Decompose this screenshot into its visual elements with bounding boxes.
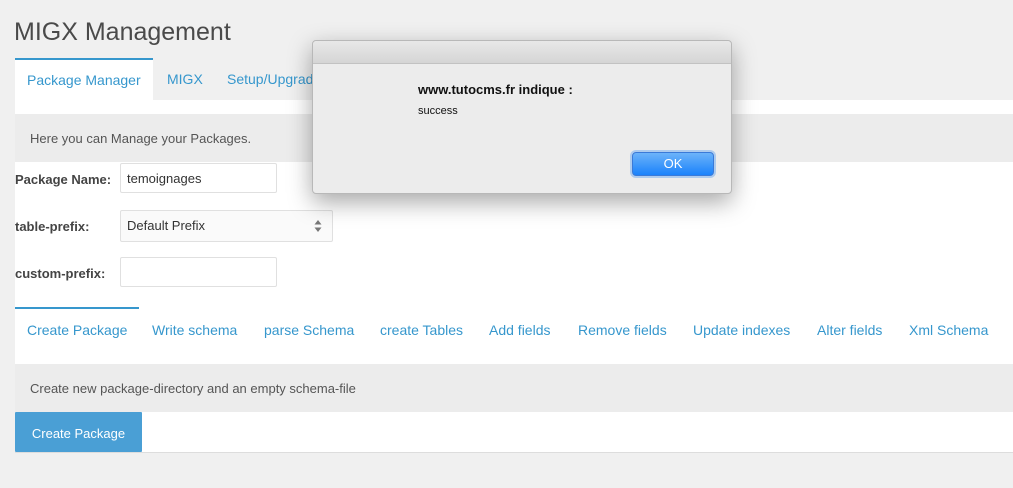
tab-package-manager[interactable]: Package Manager xyxy=(15,58,153,100)
sub-info-text: Create new package-directory and an empt… xyxy=(30,381,356,396)
package-name-input[interactable] xyxy=(120,163,277,193)
tab-parse-schema[interactable]: parse Schema xyxy=(264,307,354,351)
tab-migx[interactable]: MIGX xyxy=(155,58,215,100)
dialog-title: www.tutocms.fr indique : xyxy=(418,82,573,97)
ok-button[interactable]: OK xyxy=(632,152,714,176)
dialog-titlebar[interactable] xyxy=(313,41,731,64)
updown-arrows-icon xyxy=(314,220,322,232)
tab-write-schema[interactable]: Write schema xyxy=(152,307,237,351)
tab-setup-upgrade[interactable]: Setup/Upgrad xyxy=(215,58,325,100)
table-prefix-select[interactable]: Default Prefix xyxy=(120,210,333,242)
custom-prefix-input[interactable] xyxy=(120,257,277,287)
create-package-button[interactable]: Create Package xyxy=(15,412,142,452)
sub-tabs: Create Package Write schema parse Schema… xyxy=(15,307,1013,351)
package-name-label: Package Name: xyxy=(15,172,112,187)
alert-dialog: www.tutocms.fr indique : success OK xyxy=(312,40,732,194)
dialog-message: success xyxy=(418,105,458,117)
divider xyxy=(15,452,1013,453)
sub-info-bar: Create new package-directory and an empt… xyxy=(15,364,1013,412)
tab-xml-schema[interactable]: Xml Schema xyxy=(909,307,988,351)
page-title: MIGX Management xyxy=(14,18,231,46)
tab-alter-fields[interactable]: Alter fields xyxy=(817,307,882,351)
custom-prefix-label: custom-prefix: xyxy=(15,266,106,281)
tab-remove-fields[interactable]: Remove fields xyxy=(578,307,667,351)
table-prefix-value: Default Prefix xyxy=(127,218,206,233)
info-text: Here you can Manage your Packages. xyxy=(30,131,252,146)
tab-create-package[interactable]: Create Package xyxy=(15,307,140,351)
tab-create-tables[interactable]: create Tables xyxy=(380,307,463,351)
tab-add-fields[interactable]: Add fields xyxy=(489,307,550,351)
table-prefix-label: table-prefix: xyxy=(15,219,90,234)
tab-update-indexes[interactable]: Update indexes xyxy=(693,307,790,351)
